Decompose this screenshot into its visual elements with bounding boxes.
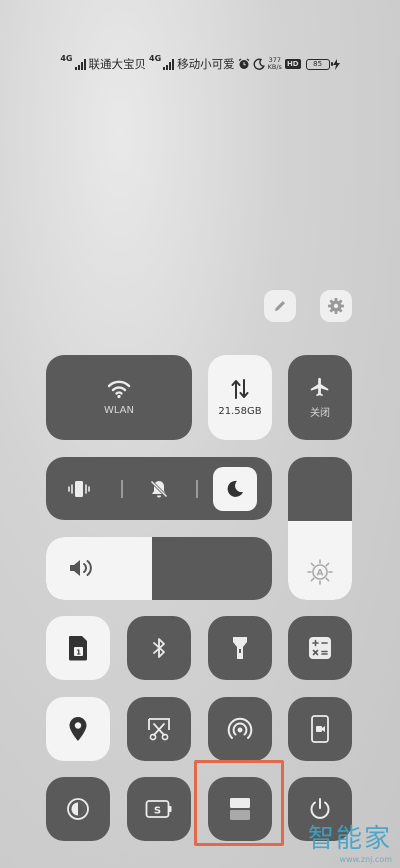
battery-level: 85 xyxy=(313,60,323,68)
battery-saver-icon: S xyxy=(145,800,172,818)
sim1-network-type: 4G xyxy=(60,54,73,63)
wifi-icon xyxy=(107,380,131,399)
hotspot-toggle[interactable] xyxy=(208,697,272,761)
data-usage-label: 21.58GB xyxy=(218,406,262,417)
highlight-box xyxy=(194,760,284,846)
volume-slider-fill xyxy=(46,537,153,600)
sim-card-icon: 1 xyxy=(69,636,87,661)
sim2-network-type: 4G xyxy=(149,54,162,63)
settings-button[interactable] xyxy=(320,290,352,322)
charging-icon xyxy=(332,58,340,70)
gear-icon xyxy=(328,298,344,314)
sim1-carrier: 联通大宝贝 xyxy=(88,57,147,71)
screen-record-icon xyxy=(311,715,329,743)
power-saving-toggle[interactable]: S xyxy=(127,777,191,841)
do-not-disturb-button[interactable] xyxy=(213,467,257,511)
flashlight-icon xyxy=(233,637,247,659)
mobile-data-toggle[interactable]: 21.58GB xyxy=(208,355,272,440)
data-transfer-icon xyxy=(231,379,249,399)
bluetooth-icon xyxy=(153,638,165,658)
moon-icon xyxy=(227,480,243,497)
pencil-icon xyxy=(275,301,285,311)
sound-mode-bar xyxy=(46,457,272,520)
vibrate-mode-button[interactable] xyxy=(64,474,94,504)
flashlight-toggle[interactable] xyxy=(208,616,272,680)
airplane-icon xyxy=(310,377,329,397)
contrast-icon xyxy=(67,798,89,820)
divider xyxy=(121,480,123,498)
location-toggle[interactable] xyxy=(46,697,110,761)
sim2-carrier: 移动小可爱 xyxy=(177,57,235,71)
moon-icon xyxy=(253,58,265,70)
bell-off-icon xyxy=(150,480,168,498)
speaker-icon xyxy=(68,557,96,583)
screenshot-button[interactable] xyxy=(127,697,191,761)
location-pin-icon xyxy=(69,717,87,741)
wlan-toggle[interactable]: WLAN xyxy=(46,355,192,440)
battery-icon: 85 xyxy=(305,58,333,70)
bluetooth-toggle[interactable] xyxy=(127,616,191,680)
screen-record-button[interactable] xyxy=(288,697,352,761)
airplane-label: 关闭 xyxy=(310,408,330,419)
mute-mode-button[interactable] xyxy=(144,474,174,504)
divider xyxy=(196,480,198,498)
svg-text:1: 1 xyxy=(76,649,81,657)
hd-badge: HD xyxy=(284,59,301,69)
volume-slider[interactable] xyxy=(46,537,272,600)
scissors-screenshot-icon xyxy=(148,718,170,741)
edit-button[interactable] xyxy=(264,290,296,322)
alarm-icon xyxy=(238,58,250,69)
wlan-label: WLAN xyxy=(103,405,134,416)
watermark-url: www.znj.com xyxy=(339,855,392,864)
invert-colors-toggle[interactable] xyxy=(46,777,110,841)
hotspot-icon xyxy=(227,717,253,739)
watermark-title: 智能家 xyxy=(307,824,392,854)
calculator-button[interactable] xyxy=(288,616,352,680)
sim1-signal-icon xyxy=(74,58,86,70)
airplane-mode-toggle[interactable]: 关闭 xyxy=(288,355,352,440)
brightness-slider[interactable]: A xyxy=(288,457,352,600)
calculator-icon xyxy=(309,637,331,659)
sim-card-toggle[interactable]: 1 xyxy=(46,616,110,680)
sim2-signal-icon xyxy=(163,58,175,70)
svg-text:A: A xyxy=(317,569,324,579)
brightness-auto-icon: A xyxy=(306,558,334,586)
watermark: 智能家 www.znj.com xyxy=(308,818,392,864)
network-speed: 377 KB/s xyxy=(267,56,282,71)
status-bar: 4G 联通大宝贝 4G 移动小可爱 377 KB/s HD 85 xyxy=(0,54,400,74)
svg-text:S: S xyxy=(154,806,161,817)
vibrate-icon xyxy=(68,481,90,497)
